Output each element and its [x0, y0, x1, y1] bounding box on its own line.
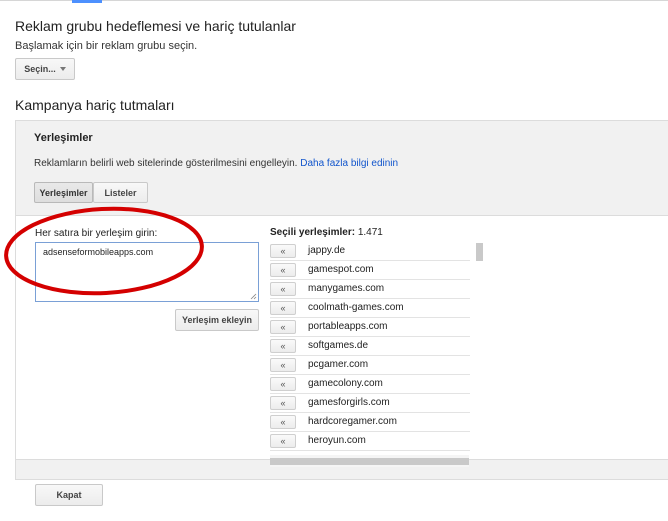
remove-placement-button[interactable]: « [270, 282, 296, 296]
ad-group-section-subtitle: Başlamak için bir reklam grubu seçin. [15, 40, 198, 52]
placement-domain: hardcoregamer.com [308, 416, 397, 427]
list-item: « softgames.de [270, 337, 470, 356]
placement-domain: heroyun.com [308, 435, 366, 446]
select-ad-group-label: Seçin... [24, 64, 56, 74]
remove-placement-button[interactable]: « [270, 415, 296, 429]
list-item: « hardcoregamer.com [270, 413, 470, 432]
placement-input-label: Her satıra bir yerleşim girin: [35, 228, 158, 239]
tab-lists[interactable]: Listeler [93, 182, 148, 203]
caret-down-icon [59, 67, 66, 71]
list-item: « gamecolony.com [270, 375, 470, 394]
ad-group-section-title: Reklam grubu hedeflemesi ve hariç tutula… [15, 18, 296, 34]
placement-domain: gamespot.com [308, 264, 374, 275]
campaign-exclusions-title: Kampanya hariç tutmaları [15, 97, 175, 113]
remove-placement-button[interactable]: « [270, 396, 296, 410]
list-item: « heroyun.com [270, 432, 470, 451]
learn-more-link[interactable]: Daha fazla bilgi edinin [300, 158, 398, 169]
select-ad-group-button[interactable]: Seçin... [15, 58, 75, 80]
list-item: « gamesforgirls.com [270, 394, 470, 413]
top-tab-strip [0, 0, 668, 4]
description-text: Reklamların belirli web sitelerinde göst… [34, 158, 298, 169]
placement-domain: gamecolony.com [308, 378, 383, 389]
selected-placements-title: Seçili yerleşimler: [270, 227, 356, 238]
selected-placements-label: Seçili yerleşimler: 1.471 [270, 227, 383, 238]
placement-domain: portableapps.com [308, 321, 388, 332]
resize-grip-icon[interactable] [250, 293, 257, 300]
list-item: « pcgamer.com [270, 356, 470, 375]
list-item: « coolmath-games.com [270, 299, 470, 318]
list-vertical-scrollbar[interactable] [476, 243, 483, 261]
list-item: « portableapps.com [270, 318, 470, 337]
placement-domain: gamesforgirls.com [308, 397, 390, 408]
remove-placement-button[interactable]: « [270, 263, 296, 277]
placement-domain: jappy.de [308, 245, 346, 256]
selected-placements-count: 1.471 [357, 227, 383, 238]
placements-panel-heading: Yerleşimler [34, 132, 93, 144]
list-item: « jappy.de [270, 242, 470, 261]
placement-domain: softgames.de [308, 340, 369, 351]
remove-placement-button[interactable]: « [270, 320, 296, 334]
active-tab-indicator [72, 0, 102, 3]
placement-domain: coolmath-games.com [308, 302, 404, 313]
remove-placement-button[interactable]: « [270, 301, 296, 315]
close-button[interactable]: Kapat [35, 484, 103, 506]
remove-placement-button[interactable]: « [270, 339, 296, 353]
placement-input[interactable] [35, 242, 259, 302]
remove-placement-button[interactable]: « [270, 377, 296, 391]
selected-placements-list: « jappy.de « gamespot.com « manygames.com «… [270, 242, 470, 454]
remove-placement-button[interactable]: « [270, 434, 296, 448]
placement-domain: pcgamer.com [308, 359, 369, 370]
remove-placement-button[interactable]: « [270, 358, 296, 372]
placement-domain: manygames.com [308, 283, 385, 294]
list-item: « manygames.com [270, 280, 470, 299]
add-placement-button[interactable]: Yerleşim ekleyin [175, 309, 259, 331]
list-item: « gamespot.com [270, 261, 470, 280]
tab-placements[interactable]: Yerleşimler [34, 182, 93, 203]
placements-panel-description: Reklamların belirli web sitelerinde göst… [34, 158, 398, 169]
remove-placement-button[interactable]: « [270, 244, 296, 258]
list-horizontal-scrollbar[interactable] [270, 458, 469, 465]
